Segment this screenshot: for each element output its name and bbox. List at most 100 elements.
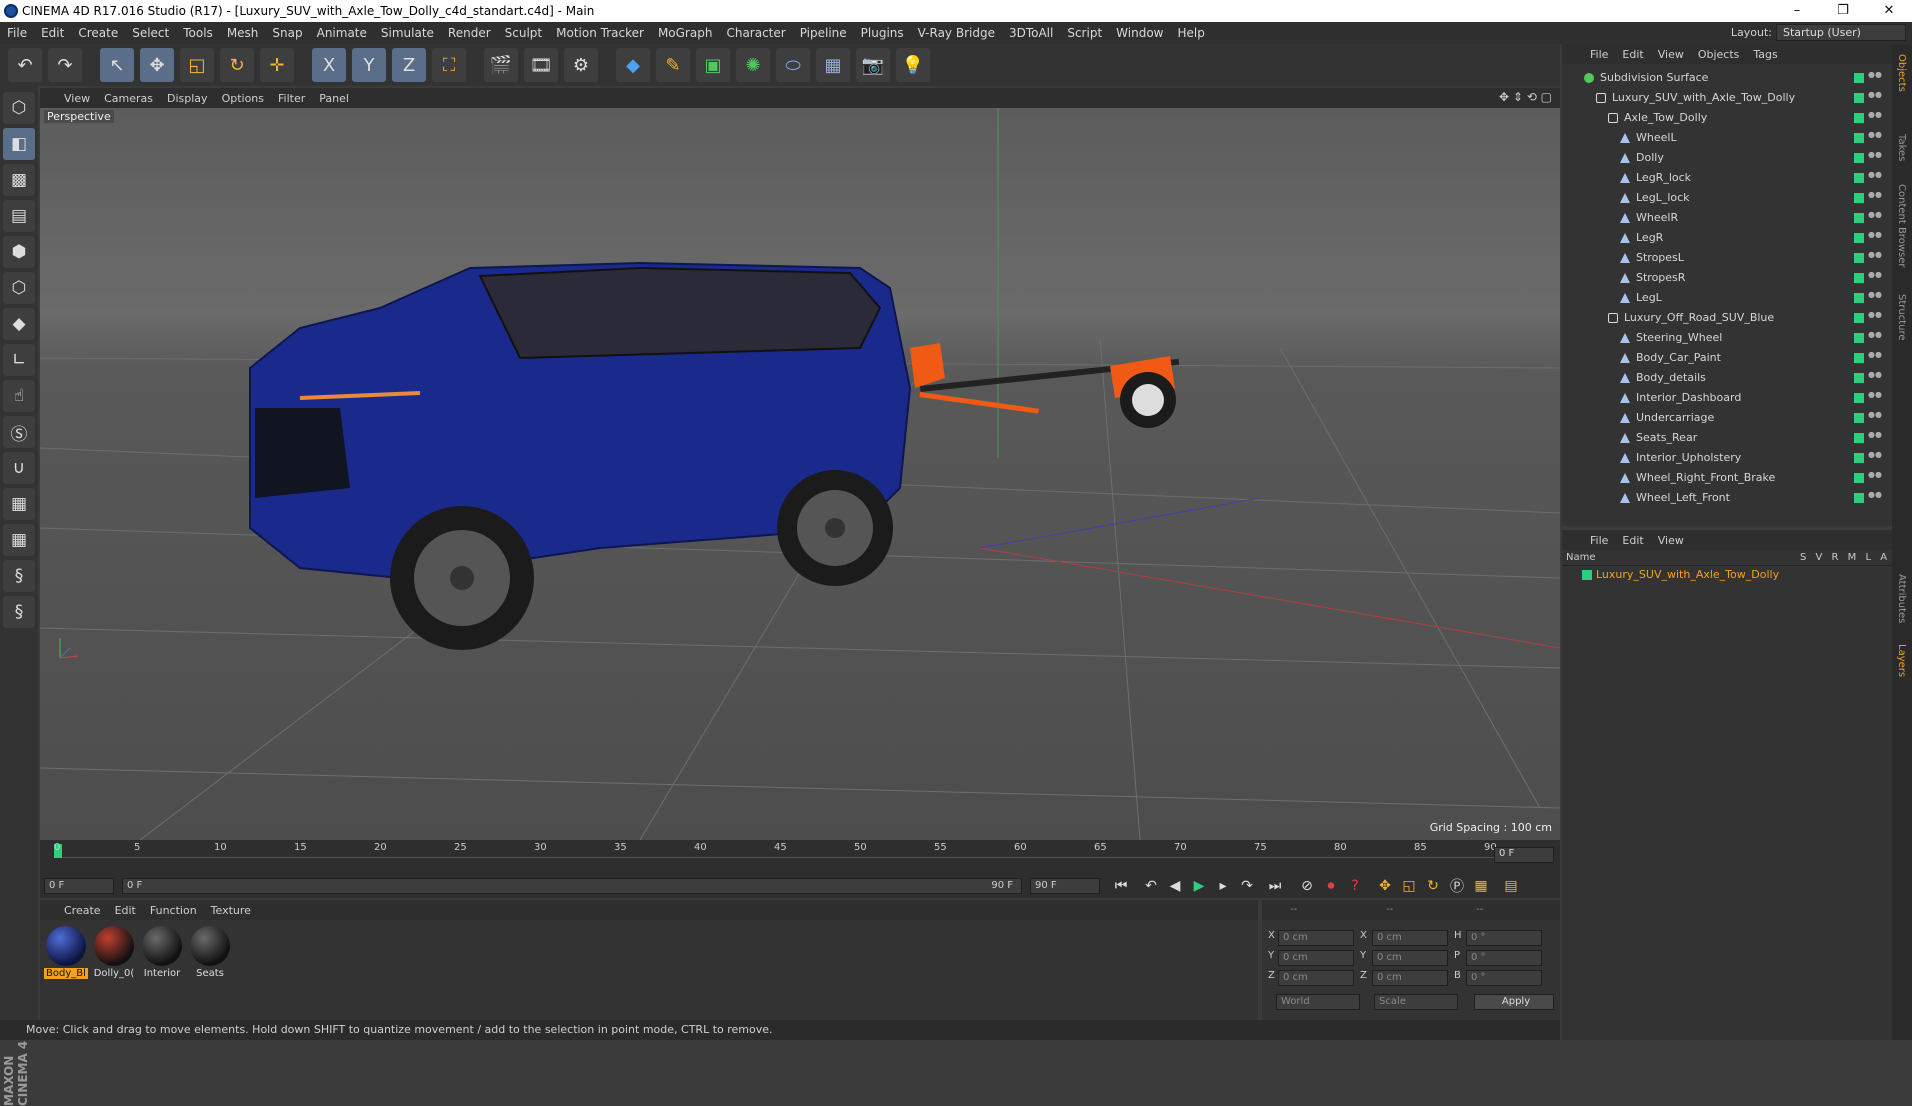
- object-tree-row[interactable]: StropesL ●●: [1562, 248, 1884, 268]
- layer-menu-view[interactable]: View: [1658, 534, 1684, 547]
- visibility-toggle-icon[interactable]: ●●: [1868, 311, 1882, 324]
- visibility-toggle-icon[interactable]: ●●: [1868, 211, 1882, 224]
- rotation-key-icon[interactable]: ↻: [1422, 876, 1444, 896]
- layer-color-tag[interactable]: [1854, 253, 1864, 263]
- material-swatch[interactable]: Seats: [188, 926, 232, 986]
- rotate-tool-icon[interactable]: ↻: [220, 48, 254, 82]
- material-menu-create[interactable]: Create: [64, 904, 101, 917]
- object-menu-file[interactable]: File: [1590, 48, 1608, 61]
- tab-content-browser[interactable]: Content Browser: [1896, 184, 1907, 267]
- points-mode-icon[interactable]: ⬢: [3, 236, 35, 268]
- coordinate-system-icon[interactable]: ⛶: [432, 48, 466, 82]
- previous-frame-icon[interactable]: ◀: [1164, 876, 1186, 896]
- layer-color-tag[interactable]: [1854, 413, 1864, 423]
- layout-dropdown[interactable]: Startup (User): [1776, 24, 1906, 41]
- close-button[interactable]: ✕: [1866, 0, 1912, 22]
- layer-color-tag[interactable]: [1854, 133, 1864, 143]
- visibility-toggle-icon[interactable]: ●●: [1868, 191, 1882, 204]
- light-icon[interactable]: 💡: [896, 48, 930, 82]
- texture-mode-icon[interactable]: ▩: [3, 164, 35, 196]
- viewport-menu-panel[interactable]: Panel: [319, 92, 349, 105]
- object-tree-row[interactable]: LegL_lock ●●: [1562, 188, 1884, 208]
- layer-color-tag[interactable]: [1854, 313, 1864, 323]
- object-name[interactable]: LegR: [1636, 228, 1663, 248]
- menu-snap[interactable]: Snap: [265, 22, 309, 44]
- object-tree-row[interactable]: Dolly ●●: [1562, 148, 1884, 168]
- layer-color-tag[interactable]: [1854, 93, 1864, 103]
- object-name[interactable]: Undercarriage: [1636, 408, 1714, 428]
- object-tree-row[interactable]: Interior_Dashboard ●●: [1562, 388, 1884, 408]
- rotation-p-field[interactable]: 0 °: [1466, 950, 1542, 966]
- render-view-icon[interactable]: 🎬: [484, 48, 518, 82]
- frame-ruler[interactable]: 0 5 10 15 20 25 30 35 40 45 50 55 60 65 …: [54, 842, 1497, 872]
- visibility-toggle-icon[interactable]: ●●: [1868, 231, 1882, 244]
- object-tree-row[interactable]: Seats_Rear ●●: [1562, 428, 1884, 448]
- planar-workplane-icon[interactable]: ▦: [3, 524, 35, 556]
- visibility-toggle-icon[interactable]: ●●: [1868, 331, 1882, 344]
- visibility-toggle-icon[interactable]: ●●: [1868, 431, 1882, 444]
- render-picture-viewer-icon[interactable]: 🎞: [524, 48, 558, 82]
- object-name[interactable]: StropesL: [1636, 248, 1684, 268]
- next-frame-icon[interactable]: ▸: [1212, 876, 1234, 896]
- tab-attributes[interactable]: Attributes: [1896, 574, 1907, 623]
- object-tree-row[interactable]: Body_Car_Paint ●●: [1562, 348, 1884, 368]
- viewport-menu-view[interactable]: View: [64, 92, 90, 105]
- model-mode-icon[interactable]: ◧: [3, 128, 35, 160]
- size-mode-dropdown[interactable]: Scale: [1374, 994, 1458, 1010]
- visibility-toggle-icon[interactable]: ●●: [1868, 291, 1882, 304]
- layer-color-tag[interactable]: [1854, 193, 1864, 203]
- python-script-icon[interactable]: §: [3, 560, 35, 592]
- floor-icon[interactable]: ▦: [816, 48, 850, 82]
- tab-layers[interactable]: Layers: [1896, 644, 1907, 677]
- subdivision-surface-icon[interactable]: ▣: [696, 48, 730, 82]
- material-menu-edit[interactable]: Edit: [115, 904, 136, 917]
- size-z-field[interactable]: 0 cm: [1372, 970, 1448, 986]
- redo-icon[interactable]: ↷: [48, 48, 82, 82]
- visibility-toggle-icon[interactable]: ●●: [1868, 371, 1882, 384]
- visibility-toggle-icon[interactable]: ●●: [1868, 471, 1882, 484]
- object-name[interactable]: Subdivision Surface: [1600, 68, 1708, 88]
- menu-window[interactable]: Window: [1109, 22, 1170, 44]
- pen-spline-icon[interactable]: ✎: [656, 48, 690, 82]
- menu-mograph[interactable]: MoGraph: [651, 22, 720, 44]
- object-name[interactable]: Interior_Dashboard: [1636, 388, 1741, 408]
- object-name[interactable]: Seats_Rear: [1636, 428, 1697, 448]
- layer-color-tag[interactable]: [1854, 393, 1864, 403]
- object-name[interactable]: Interior_Upholstery: [1636, 448, 1741, 468]
- deformer-icon[interactable]: ⬭: [776, 48, 810, 82]
- visibility-toggle-icon[interactable]: ●●: [1868, 171, 1882, 184]
- visibility-toggle-icon[interactable]: ●●: [1868, 91, 1882, 104]
- polygons-mode-icon[interactable]: ◆: [3, 308, 35, 340]
- viewport-menu-display[interactable]: Display: [167, 92, 208, 105]
- scale-tool-icon[interactable]: ◱: [180, 48, 214, 82]
- visibility-toggle-icon[interactable]: ●●: [1868, 391, 1882, 404]
- range-slider[interactable]: 0 F 90 F: [122, 878, 1022, 894]
- object-name[interactable]: Luxury_SUV_with_Axle_Tow_Dolly: [1612, 88, 1795, 108]
- render-settings-icon[interactable]: ⚙: [564, 48, 598, 82]
- visibility-toggle-icon[interactable]: ●●: [1868, 491, 1882, 504]
- visibility-toggle-icon[interactable]: ●●: [1868, 151, 1882, 164]
- object-menu-edit[interactable]: Edit: [1622, 48, 1643, 61]
- python-console-icon[interactable]: §: [3, 596, 35, 628]
- x-axis-lock-button[interactable]: X: [312, 48, 346, 82]
- object-name[interactable]: LegL: [1636, 288, 1662, 308]
- object-name[interactable]: WheelR: [1636, 208, 1678, 228]
- menu-sculpt[interactable]: Sculpt: [498, 22, 549, 44]
- layer-menu-edit[interactable]: Edit: [1622, 534, 1643, 547]
- visibility-toggle-icon[interactable]: ●●: [1868, 411, 1882, 424]
- viewport-camera-label[interactable]: Perspective: [44, 110, 114, 123]
- tweak-mode-icon[interactable]: ☝: [3, 380, 35, 412]
- menu-script[interactable]: Script: [1060, 22, 1109, 44]
- layer-color-tag[interactable]: [1854, 113, 1864, 123]
- object-name[interactable]: Wheel_Left_Front: [1636, 488, 1730, 508]
- axis-mode-icon[interactable]: ∟: [3, 344, 35, 376]
- object-name[interactable]: Luxury_Off_Road_SUV_Blue: [1624, 308, 1774, 328]
- layer-color-swatch[interactable]: [1582, 570, 1592, 580]
- viewport-menu-cameras[interactable]: Cameras: [104, 92, 153, 105]
- suv-model[interactable]: [249, 261, 912, 650]
- cube-primitive-icon[interactable]: ◆: [616, 48, 650, 82]
- menu-render[interactable]: Render: [441, 22, 498, 44]
- object-tree-row[interactable]: Interior_Upholstery ●●: [1562, 448, 1884, 468]
- layer-color-tag[interactable]: [1854, 153, 1864, 163]
- autokey-icon[interactable]: ⏺: [1320, 876, 1342, 896]
